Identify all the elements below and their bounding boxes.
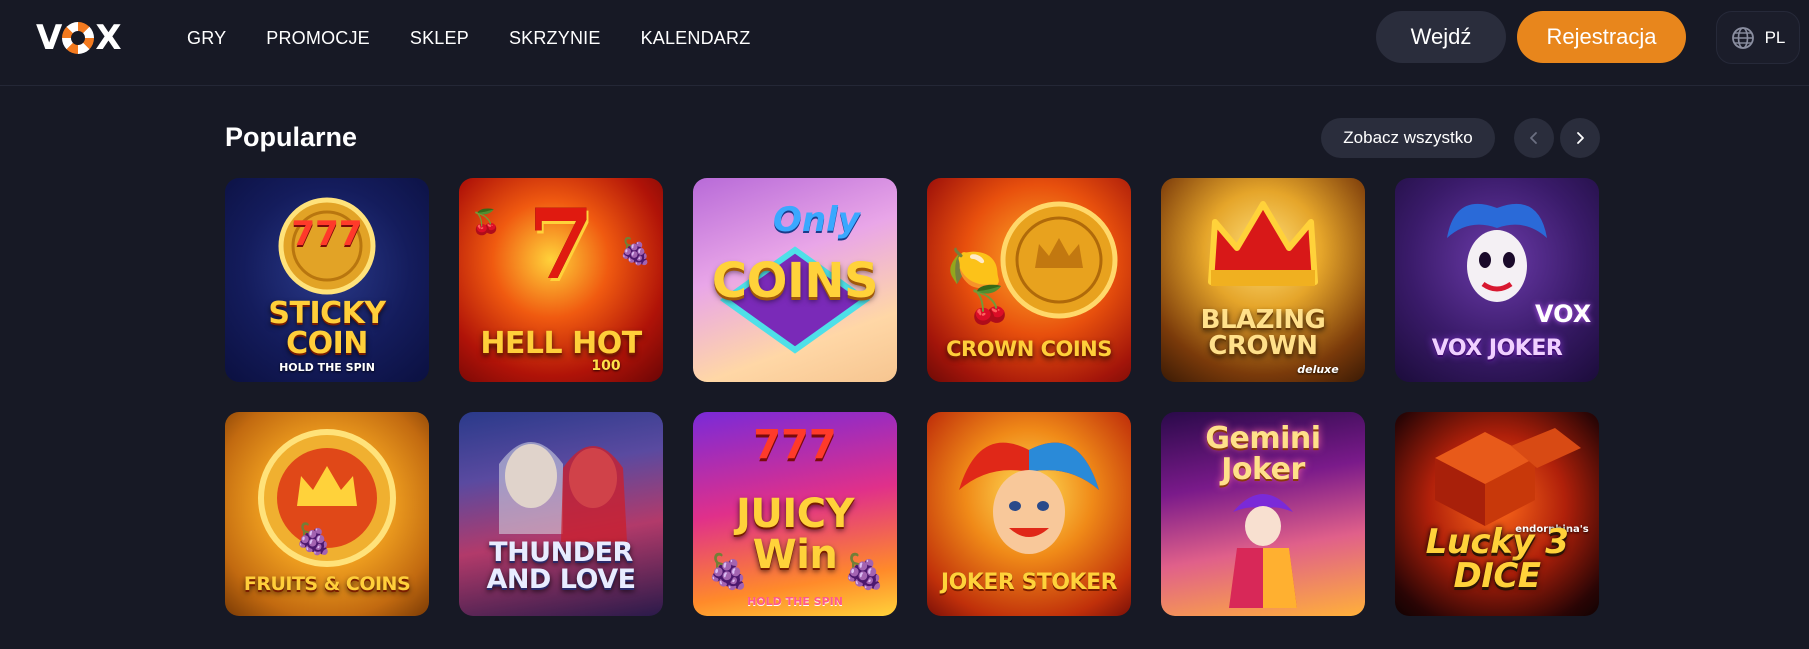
game-badge: 777 [291,214,363,254]
nav-item-sklep[interactable]: SKLEP [410,28,469,48]
main-nav: GRY PROMOCJE SKLEP SKRZYNIE KALENDARZ [187,28,790,48]
nav-item-kalendarz[interactable]: KALENDARZ [641,28,751,48]
game-title: Gemini Joker [1205,421,1321,487]
game-title: JUICY Win [735,491,855,579]
jester-figure-icon [1229,494,1297,608]
login-button[interactable]: Wejdź [1376,11,1506,63]
games-grid: 777 STICKY COIN HOLD THE SPIN 7 🍇 🍒 HELL… [225,178,1601,616]
chevron-right-icon [1577,132,1584,144]
nav-item-promocje[interactable]: PROMOCJE [266,28,370,48]
game-tile-hell-hot[interactable]: 7 🍇 🍒 HELL HOT 100 [459,178,663,382]
game-subtitle: 100 [591,358,621,374]
game-title: COINS [711,253,879,310]
dice-icon [1435,428,1581,526]
game-tile-crown-coins[interactable]: 🍋 🍒 CROWN COINS [927,178,1131,382]
lemon-icon: 🍋 [947,244,1002,293]
game-badge: Only [773,200,860,240]
vox-logo[interactable]: V X [36,18,122,58]
crown-icon [1208,201,1318,286]
language-label: PL [1764,27,1786,47]
game-title: THUNDER AND LOVE [486,536,636,596]
chevron-left-icon [1530,132,1537,144]
section-title: Popularne [225,122,358,152]
game-subtitle: deluxe [1297,363,1339,376]
characters-icon [499,442,627,542]
game-tile-joker-stoker[interactable]: JOKER STOKER [927,412,1131,616]
top-header: V X GRY PROMOCJE SKLEP SKRZYNIE KALENDAR… [0,0,1809,86]
game-tile-sticky-coin[interactable]: 777 STICKY COIN HOLD THE SPIN [225,178,429,382]
game-tile-thunder-and-love[interactable]: THUNDER AND LOVE [459,412,663,616]
game-title: CROWN COINS [946,336,1112,361]
grapes-icon: 🍇 [619,236,652,266]
coin-icon [1000,201,1118,319]
carousel-next-button[interactable] [1560,118,1600,158]
see-all-button[interactable]: Zobacz wszystko [1321,118,1495,158]
logo-chip-icon [62,22,95,54]
game-title: JOKER STOKER [940,569,1118,595]
cherry-icon: 🍒 [967,284,1012,325]
game-tile-juicy-win[interactable]: 777 🍇 🍇 JUICY Win HOLD THE SPIN [693,412,897,616]
cherry-icon: 🍒 [471,209,501,236]
register-button[interactable]: Rejestracja [1517,11,1686,63]
joker-face-icon [1447,203,1547,302]
globe-icon [1731,26,1754,49]
game-title: STICKY COIN [268,295,386,362]
logo-letter-x: X [95,18,121,58]
coin-icon [258,429,396,567]
jester-face-icon [959,442,1099,554]
game-title: FRUITS & COINS [243,572,411,595]
language-selector[interactable]: PL [1716,11,1800,64]
game-title: BLAZING CROWN [1200,304,1326,362]
game-badge: 7 [527,188,595,301]
coin-icon [278,197,376,295]
game-title: VOX JOKER [1431,335,1563,361]
nav-item-skrzynie[interactable]: SKRZYNIE [509,28,601,48]
game-badge: 777 [753,422,837,468]
grapes-icon: 🍇 [295,523,333,556]
game-title: Lucky 3 DICE [1425,521,1569,597]
nav-item-gry[interactable]: GRY [187,28,226,48]
logo-wordmark: V X [36,18,122,58]
game-subtitle: HOLD THE SPIN [279,361,375,374]
logo-letter-v: V [36,18,62,58]
game-tile-only-coins[interactable]: Only COINS [693,178,897,382]
game-badge: VOX [1535,300,1592,328]
carousel-prev-button[interactable] [1514,118,1554,158]
game-tile-vox-joker[interactable]: VOX VOX JOKER [1395,178,1599,382]
game-subtitle: HOLD THE SPIN [747,595,843,608]
game-tile-gemini-joker[interactable]: Gemini Joker [1161,412,1365,616]
game-tile-blazing-crown[interactable]: BLAZING CROWN deluxe [1161,178,1365,382]
game-title: HELL HOT [480,326,642,362]
game-tile-fruits-coins[interactable]: 🍇 FRUITS & COINS [225,412,429,616]
game-tile-lucky-3-dice[interactable]: endorphina's Lucky 3 DICE [1395,412,1599,616]
